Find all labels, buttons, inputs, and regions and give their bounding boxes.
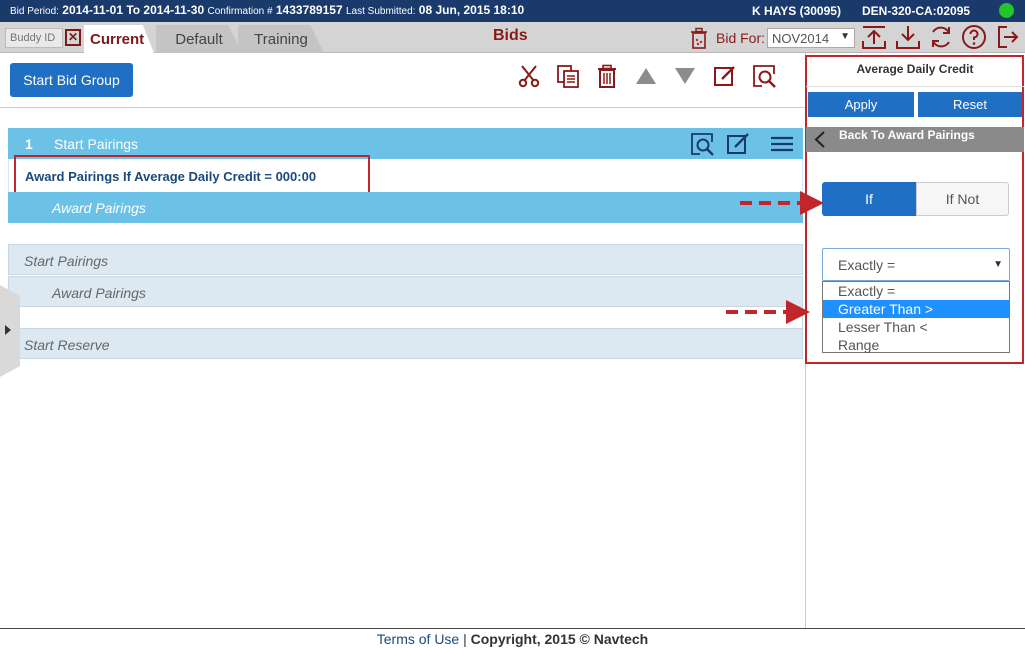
cut-icon[interactable] [517, 64, 541, 88]
chevron-left-icon [814, 131, 825, 148]
user-name: K HAYS (30095) [752, 4, 841, 18]
preview-icon[interactable] [752, 64, 776, 88]
move-down-icon[interactable] [673, 64, 697, 88]
if-toggle-button[interactable]: If [822, 182, 916, 216]
edit-icon[interactable] [713, 64, 737, 88]
base-code: DEN-320-CA:02095 [862, 4, 971, 18]
apply-button[interactable]: Apply [808, 92, 914, 117]
annotation-arrow-icon [740, 191, 824, 215]
award-pairings-row[interactable]: Award Pairings [8, 192, 803, 223]
award-pairings-label: Award Pairings [52, 200, 146, 216]
tab-current[interactable]: Current [84, 25, 154, 53]
confirmation-label: Confirmation # [207, 6, 273, 17]
download-icon[interactable] [895, 24, 921, 50]
group-preview-icon[interactable] [690, 132, 714, 156]
annotation-arrow-icon [726, 300, 810, 324]
confirmation-value: 1433789157 [275, 3, 343, 17]
row-label: Start Pairings [24, 253, 109, 269]
comparison-select[interactable]: Exactly = ▼ [822, 248, 1010, 281]
bid-row-start-pairings[interactable]: Start Pairings [8, 244, 803, 275]
side-panel-toggle[interactable] [0, 285, 20, 377]
option-range[interactable]: Range [823, 336, 1009, 354]
upload-icon[interactable] [861, 24, 887, 50]
footer-divider [0, 628, 1025, 629]
bid-info: Bid Period: 2014-11-01 To 2014-11-30 Con… [10, 3, 524, 17]
panel-title: Average Daily Credit [856, 62, 974, 76]
bid-row-award-pairings[interactable]: Award Pairings [8, 276, 803, 307]
copy-icon[interactable] [556, 64, 580, 88]
page-title: Bids [493, 27, 528, 44]
copyright-text: Copyright, 2015 © Navtech [470, 631, 649, 647]
tab-default[interactable]: Default [156, 25, 242, 53]
chevron-right-icon [5, 325, 11, 335]
group-edit-icon[interactable] [726, 132, 750, 156]
back-label: Back To Award Pairings [839, 128, 975, 142]
bid-row-start-reserve[interactable]: Start Reserve [8, 328, 803, 359]
terms-of-use-link[interactable]: Terms of Use [377, 631, 459, 647]
status-indicator-icon [999, 3, 1014, 18]
bid-row-spacer [8, 307, 803, 329]
row-label: Award Pairings [52, 285, 146, 301]
row-label: Start Reserve [24, 337, 110, 353]
annotation-highlight-box [14, 155, 370, 195]
footer-separator: | [463, 631, 467, 647]
last-submitted-label: Last Submitted: [345, 6, 416, 17]
reset-button[interactable]: Reset [918, 92, 1022, 117]
chevron-down-icon: ▼ [840, 31, 850, 42]
trash-icon[interactable] [690, 27, 708, 49]
help-icon[interactable] [961, 24, 987, 50]
chevron-down-icon: ▼ [993, 259, 1003, 270]
delete-icon[interactable] [595, 64, 619, 88]
bid-for-value: NOV2014 [772, 31, 830, 46]
group-label: Start Pairings [54, 136, 139, 152]
clear-buddy-icon[interactable]: ✕ [65, 29, 81, 46]
bid-period-label: Bid Period: [10, 6, 59, 17]
top-info-bar: Bid Period: 2014-11-01 To 2014-11-30 Con… [0, 0, 1025, 22]
comparison-value: Exactly = [838, 257, 896, 273]
bid-period-value: 2014-11-01 To 2014-11-30 [62, 3, 205, 17]
option-greater-than[interactable]: Greater Than > [823, 300, 1009, 318]
start-bid-group-button[interactable]: Start Bid Group [10, 63, 133, 97]
refresh-icon[interactable] [928, 24, 954, 50]
move-up-icon[interactable] [634, 64, 658, 88]
last-submitted-value: 08 Jun, 2015 18:10 [418, 3, 525, 17]
group-menu-icon[interactable] [770, 132, 794, 156]
tab-training[interactable]: Training [238, 25, 324, 53]
buddy-id-input[interactable] [5, 28, 63, 48]
bid-for-select[interactable]: NOV2014 ▼ [767, 28, 855, 48]
back-to-award-pairings-button[interactable]: Back To Award Pairings [806, 127, 1024, 152]
toolbar-divider [0, 107, 805, 108]
option-exactly[interactable]: Exactly = [823, 282, 1009, 300]
if-not-toggle-button[interactable]: If Not [916, 182, 1009, 216]
logout-icon[interactable] [995, 24, 1021, 50]
tab-bar: ✕ Current Default Training Bids Bid For:… [0, 22, 1025, 53]
footer: Terms of Use | Copyright, 2015 © Navtech [0, 631, 1025, 647]
option-lesser-than[interactable]: Lesser Than < [823, 318, 1009, 336]
panel-separator [806, 86, 1024, 87]
comparison-dropdown: Exactly = Greater Than > Lesser Than < R… [822, 281, 1010, 353]
group-number: 1 [25, 136, 33, 152]
bid-for-label: Bid For: [716, 30, 766, 46]
